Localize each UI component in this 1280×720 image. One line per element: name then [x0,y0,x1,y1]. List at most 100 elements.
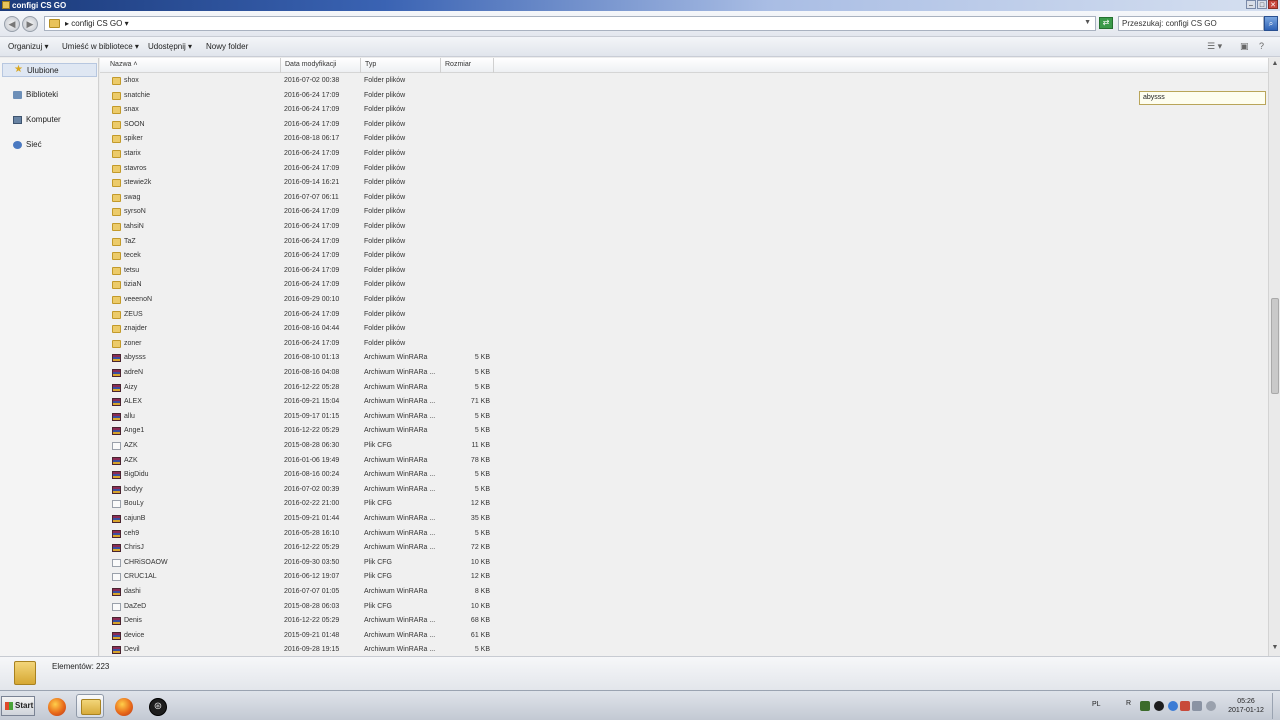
scroll-down-icon[interactable]: ▼ [1270,644,1280,654]
table-row[interactable]: shox 2016-07-02 00:38 Folder plików [100,74,500,89]
security-icon[interactable] [1180,701,1190,711]
table-row[interactable]: ZEUS 2016-06-24 17:09 Folder plików [100,308,500,323]
taskbar-firefox[interactable] [42,694,70,718]
table-row[interactable]: AZK 2015-08-28 06:30 Plik CFG 11 KB [100,439,500,454]
sidebar-item-favorites[interactable]: ★ Ulubione [2,63,97,77]
organize-button[interactable]: Organizuj ▾ [8,42,49,51]
table-row[interactable]: snax 2016-06-24 17:09 Folder plików [100,103,500,118]
file-name: TaZ [124,237,136,245]
table-row[interactable]: swag 2016-07-07 06:11 Folder plików [100,191,500,206]
taskbar-firefox-2[interactable] [109,694,137,718]
table-row[interactable]: CHRiSOAOW 2016-09-30 03:50 Plik CFG 10 KB [100,556,500,571]
table-row[interactable]: Ange1 2016-12-22 05:29 Archiwum WinRARa 5 K… [100,424,500,439]
breadcrumb[interactable]: ▸ configi CS GO ▾ [65,19,129,28]
close-button[interactable]: ✕ [1268,0,1278,9]
file-type: Folder plików [364,106,406,114]
table-row[interactable]: allu 2015-09-17 01:15 Archiwum WinRARa ...… [100,410,500,425]
table-row[interactable]: spiker 2016-08-18 06:17 Folder plików [100,132,500,147]
table-row[interactable]: stewie2k 2016-09-14 16:21 Folder plików [100,176,500,191]
volume-icon[interactable] [1206,701,1216,711]
nvidia-icon[interactable] [1140,701,1150,711]
file-type: Folder plików [364,77,406,84]
taskbar-steam[interactable]: ⊛ [143,694,171,718]
share-button[interactable]: Udostępnij ▾ [148,42,192,51]
clock[interactable]: 05:26 2017-01-12 [1224,697,1268,715]
chevron-down-icon[interactable]: ▼ [1084,19,1091,26]
table-row[interactable]: Devil 2016-09-28 19:15 Archiwum WinRARa ..… [100,643,500,656]
table-row[interactable]: znajder 2016-08-16 04:44 Folder plików [100,322,500,337]
folder-icon [112,179,121,188]
maximize-button[interactable]: □ [1257,0,1267,9]
sidebar-item-network[interactable]: Sieć [2,138,97,152]
file-date: 2015-08-28 06:03 [284,602,340,610]
vertical-scrollbar[interactable]: ▲ ▼ [1268,58,1280,656]
table-row[interactable]: DaZeD 2015-08-28 06:03 Plik CFG 10 KB [100,600,500,615]
table-row[interactable]: stavros 2016-06-24 17:09 Folder plików [100,162,500,177]
address-bar[interactable]: ▸ configi CS GO ▾ ▼ [44,16,1096,31]
table-row[interactable]: ALEX 2016-09-21 15:04 Archiwum WinRARa ...… [100,395,500,410]
table-row[interactable]: SOON 2016-06-24 17:09 Folder plików [100,118,500,133]
file-size: 5 KB [474,485,490,493]
view-options-icon[interactable]: ☰ ▾ [1207,41,1222,52]
new-folder-button[interactable]: Nowy folder [206,42,248,51]
table-row[interactable]: CRUC1AL 2016-06-12 19:07 Plik CFG 12 KB [100,570,500,585]
table-row[interactable]: device 2015-09-21 01:48 Archiwum WinRARa .… [100,629,500,644]
column-header-date[interactable]: Data modyfikacji [281,58,361,73]
back-button[interactable]: ◀ [4,16,20,32]
help-icon[interactable]: ? [1259,41,1264,51]
search-input[interactable]: Przeszukaj: configi CS GO [1118,16,1264,31]
search-icon[interactable]: ⌕ [1264,16,1278,31]
table-row[interactable]: TaZ 2016-06-24 17:09 Folder plików [100,235,500,250]
tray-letter[interactable]: R [1126,700,1136,710]
taskbar-explorer[interactable] [76,694,104,718]
table-row[interactable]: Denis 2016-12-22 05:29 Archiwum WinRARa ..… [100,614,500,629]
language-indicator[interactable]: PL [1092,701,1101,708]
column-header-type[interactable]: Typ [361,58,441,73]
table-row[interactable]: dashi 2016-07-07 01:05 Archiwum WinRARa 8 K… [100,585,500,600]
file-list[interactable]: Nazwa ˄ Data modyfikacji Typ Rozmiar sho… [100,58,1268,656]
table-row[interactable]: cajunB 2015-09-21 01:44 Archiwum WinRARa .… [100,512,500,527]
table-row[interactable]: tiziaN 2016-06-24 17:09 Folder plików [100,278,500,293]
table-row[interactable]: ChrisJ 2016-12-22 05:29 Archiwum WinRARa .… [100,541,500,556]
table-row[interactable]: ceh9 2016-05-28 16:10 Archiwum WinRARa ...… [100,527,500,542]
preview-pane-icon[interactable]: ▣ [1240,41,1249,52]
table-row[interactable]: tecek 2016-06-24 17:09 Folder plików [100,249,500,264]
start-button[interactable]: Start [1,696,35,716]
table-row[interactable]: zoner 2016-06-24 17:09 Folder plików [100,337,500,352]
table-row[interactable]: tahsiN 2016-06-24 17:09 Folder plików [100,220,500,235]
table-row[interactable]: AZK 2016-01-06 19:49 Archiwum WinRARa 78 KB [100,454,500,469]
rename-input[interactable]: abysss [1139,91,1266,105]
table-row[interactable]: syrsoN 2016-06-24 17:09 Folder plików [100,205,500,220]
table-row[interactable]: snatchie 2016-06-24 17:09 Folder plików [100,89,500,104]
include-in-library-button[interactable]: Umieść w bibliotece ▾ [62,42,139,51]
sidebar-item-libraries[interactable]: Biblioteki [2,88,97,102]
title-bar[interactable]: configi CS GO – □ ✕ [0,0,1280,11]
file-date: 2016-06-24 17:09 [284,266,340,274]
forward-button[interactable]: ▶ [22,16,38,32]
table-row[interactable]: tetsu 2016-06-24 17:09 Folder plików [100,264,500,279]
steam-tray-icon[interactable] [1154,701,1164,711]
column-header-name[interactable]: Nazwa ˄ [106,58,281,73]
table-row[interactable]: adreN 2016-08-16 04:08 Archiwum WinRARa ..… [100,366,500,381]
bluetooth-icon[interactable] [1168,701,1178,711]
minimize-button[interactable]: – [1246,0,1256,9]
table-row[interactable]: bodyy 2016-07-02 00:39 Archiwum WinRARa ..… [100,483,500,498]
file-date: 2016-12-22 05:29 [284,617,340,625]
table-row[interactable]: starix 2016-06-24 17:09 Folder plików [100,147,500,162]
scroll-thumb[interactable] [1271,298,1279,394]
table-row[interactable]: Aizy 2016-12-22 05:28 Archiwum WinRARa 5 KB [100,381,500,396]
file-name: Ange1 [124,427,145,435]
table-row[interactable]: veeenoN 2016-09-29 00:10 Folder plików [100,293,500,308]
file-name: ZEUS [124,310,143,318]
column-header-size[interactable]: Rozmiar [441,58,494,73]
scroll-up-icon[interactable]: ▲ [1270,60,1280,70]
file-name: shox [124,77,139,84]
table-row[interactable]: BouLy 2016-02-22 21:00 Plik CFG 12 KB [100,497,500,512]
table-row[interactable]: BigDidu 2016-08-16 00:24 Archiwum WinRARa … [100,468,500,483]
file-date: 2016-09-21 15:04 [284,398,340,406]
show-desktop-button[interactable] [1272,693,1280,719]
sidebar-item-computer[interactable]: Komputer [2,113,97,127]
network-tray-icon[interactable] [1192,701,1202,711]
refresh-button[interactable]: ⇄ [1099,17,1113,29]
table-row[interactable]: abysss 2016-08-10 01:13 Archiwum WinRARa 5 … [100,351,500,366]
